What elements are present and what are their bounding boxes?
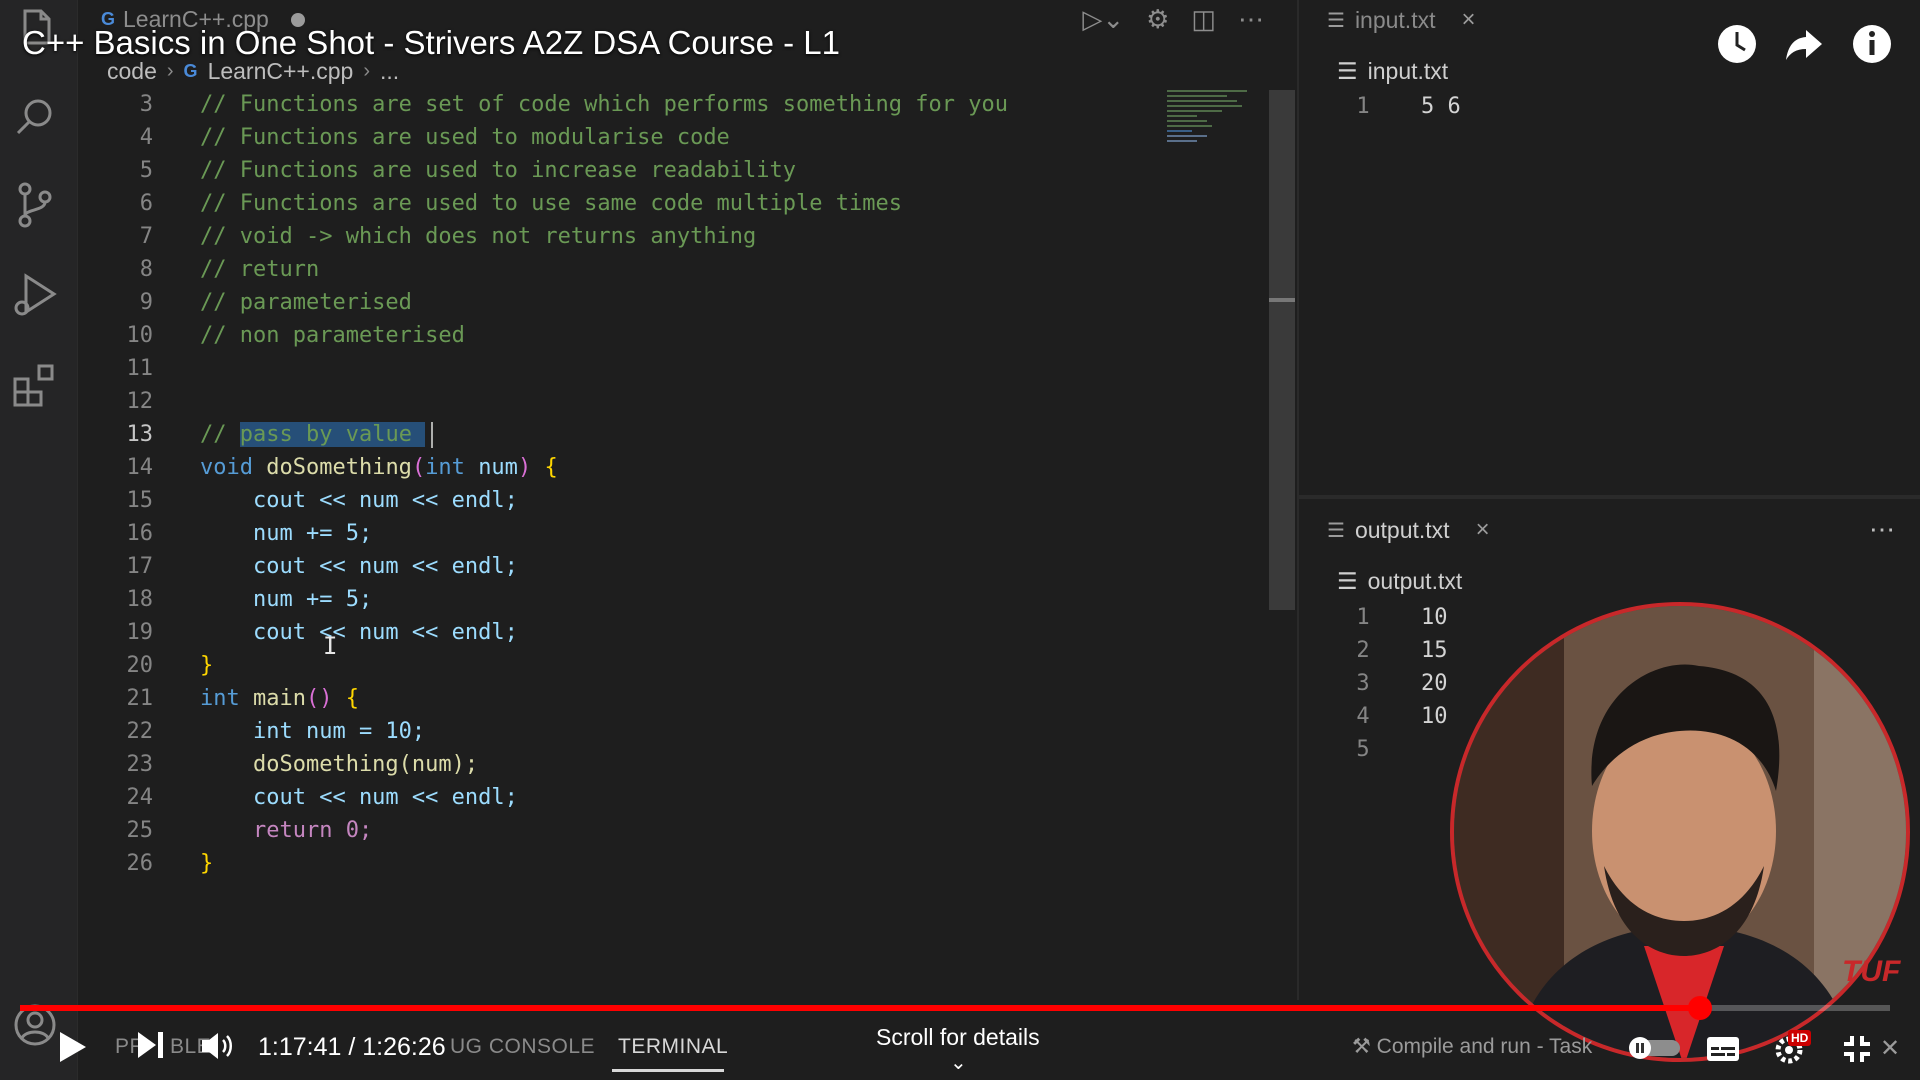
editor-scrollbar[interactable]	[1269, 90, 1295, 610]
hd-badge: HD	[1788, 1030, 1812, 1046]
code-line: 10// non parameterised	[126, 323, 465, 348]
scrollbar-marker	[1269, 298, 1295, 302]
cpp-file-icon: G	[183, 61, 198, 81]
scroll-for-details[interactable]: Scroll for details	[876, 1024, 1040, 1051]
output-line: 4 10	[1356, 704, 1448, 729]
minimap[interactable]	[1167, 90, 1257, 160]
more-actions-icon[interactable]: ⋯	[1869, 514, 1895, 545]
run-file-icon[interactable]: ▷⌄	[1082, 4, 1124, 35]
tab-debug-console[interactable]: UG CONSOLE	[450, 1035, 595, 1059]
play-icon[interactable]	[58, 1030, 88, 1069]
code-line: 20}	[126, 653, 214, 678]
tuf-watermark: TUF	[1842, 955, 1901, 988]
text-caret	[431, 421, 434, 448]
panel-divider[interactable]	[1297, 495, 1920, 499]
code-line: 23 doSomething(num);	[126, 752, 479, 777]
text-file-icon: ☰	[1327, 9, 1345, 32]
code-line: 16 num += 5;	[126, 521, 373, 546]
code-editor[interactable]: G LearnC++.cpp ▷⌄ ⚙ ◫ ⋯ code › G LearnC+…	[79, 0, 1295, 1000]
text-file-icon: ☰	[1327, 519, 1345, 542]
breadcrumb: code › G LearnC++.cpp › ...	[107, 58, 399, 85]
output-line: 5	[1356, 737, 1370, 762]
input-line: 1 5 6	[1356, 94, 1461, 119]
text-file-icon: ☰	[1337, 58, 1358, 84]
text-selection: pass by value	[239, 421, 426, 447]
subtitles-icon[interactable]	[1706, 1035, 1740, 1068]
code-line: 21 int main() {	[126, 686, 359, 711]
volume-icon[interactable]	[200, 1030, 234, 1067]
code-line: 6// Functions are used to use same code …	[139, 191, 902, 216]
code-line: 18 num += 5;	[126, 587, 373, 612]
activity-bar	[0, 0, 78, 1080]
code-line: 24 cout << num << endl;	[126, 785, 518, 810]
watch-later-icon[interactable]	[1715, 22, 1759, 66]
video-title[interactable]: C++ Basics in One Shot - Strivers A2Z DS…	[22, 24, 840, 62]
output-line: 2 15	[1356, 638, 1448, 663]
next-icon[interactable]	[136, 1030, 166, 1065]
code-function-signature: void doSomething(int num) {	[200, 455, 558, 480]
code-main-signature: int main() {	[200, 686, 359, 711]
code-line: 7// void -> which does not returns anyth…	[139, 224, 757, 249]
breadcrumb-folder[interactable]: code	[107, 58, 157, 85]
input-breadcrumb: ☰ input.txt	[1337, 58, 1449, 84]
code-line: 19 cout << num << endl;	[126, 620, 518, 645]
code-line: 3// Functions are set of code which perf…	[139, 92, 1008, 117]
code-line: 14 void doSomething(int num) {	[126, 455, 558, 480]
presenter-image	[1454, 606, 1906, 1058]
webcam-overlay	[1450, 602, 1910, 1062]
info-icon[interactable]	[1850, 22, 1894, 66]
code-comment-selected: // pass by value	[200, 421, 434, 448]
mouse-cursor-icon: I	[323, 632, 338, 660]
status-task[interactable]: ⚒ Compile and run - Task	[1352, 1034, 1592, 1059]
tools-icon: ⚒	[1352, 1035, 1371, 1058]
autoplay-toggle-icon[interactable]	[1628, 1036, 1682, 1065]
editor-actions: ▷⌄ ⚙ ◫ ⋯	[1082, 4, 1264, 35]
code-line: 25 return 0;	[126, 818, 373, 843]
text-file-icon: ☰	[1337, 568, 1358, 594]
close-icon[interactable]: ×	[1476, 516, 1490, 544]
output-line: 1 10	[1356, 605, 1448, 630]
scrubber-handle[interactable]	[1688, 996, 1713, 1020]
code-line: 12	[126, 389, 154, 414]
progress-played	[20, 1005, 1701, 1011]
close-panel-icon[interactable]: ✕	[1880, 1034, 1900, 1063]
split-editor-icon[interactable]: ◫	[1191, 4, 1216, 35]
close-icon[interactable]: ×	[1461, 6, 1475, 34]
code-line-active: 13 // pass by value	[79, 418, 1149, 451]
output-line: 3 20	[1356, 671, 1448, 696]
code-line: 26}	[126, 851, 214, 876]
code-line: 8// return	[139, 257, 320, 282]
chevron-down-icon[interactable]: ⌄	[950, 1050, 967, 1075]
search-icon[interactable]	[10, 92, 60, 142]
run-debug-icon[interactable]	[10, 270, 60, 320]
code-line: 22 int num = 10;	[126, 719, 426, 744]
tab-terminal[interactable]: TERMINAL	[618, 1035, 728, 1059]
output-breadcrumb: ☰ output.txt	[1337, 568, 1463, 594]
share-icon[interactable]	[1782, 22, 1826, 66]
chevron-right-icon: ›	[363, 60, 371, 82]
time-display: 1:17:41 / 1:26:26	[258, 1033, 446, 1061]
more-actions-icon[interactable]: ⋯	[1238, 4, 1264, 35]
source-control-icon[interactable]	[10, 180, 60, 230]
tab-output-txt[interactable]: ☰ output.txt ×	[1327, 516, 1490, 544]
fullscreen-exit-icon[interactable]	[1842, 1034, 1872, 1069]
code-line: 9// parameterised	[139, 290, 412, 315]
active-tab-indicator	[612, 1069, 724, 1072]
breadcrumb-symbol[interactable]: ...	[380, 58, 399, 85]
code-line: 17 cout << num << endl;	[126, 554, 518, 579]
extensions-icon[interactable]	[10, 360, 60, 410]
breadcrumb-file[interactable]: LearnC++.cpp	[208, 58, 354, 85]
gear-icon[interactable]: ⚙	[1146, 4, 1169, 35]
code-line: 15 cout << num << endl;	[126, 488, 518, 513]
chevron-right-icon: ›	[166, 60, 174, 82]
code-line: 5// Functions are used to increase reada…	[139, 158, 797, 183]
code-line: 4// Functions are used to modularise cod…	[139, 125, 730, 150]
tab-input-txt[interactable]: ☰ input.txt ×	[1327, 6, 1476, 34]
code-line: 11	[126, 356, 154, 381]
